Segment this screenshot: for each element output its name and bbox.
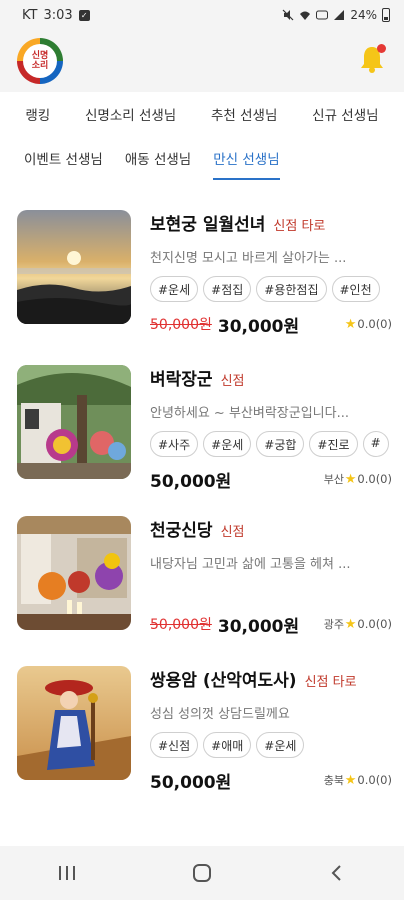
original-price: 50,000원 xyxy=(150,617,212,633)
star-icon: ★ xyxy=(344,616,357,632)
sale-price: 30,000원 xyxy=(217,616,300,637)
signal-icon xyxy=(334,10,345,20)
back-button[interactable] xyxy=(317,858,357,888)
system-nav-bar xyxy=(0,846,404,900)
region-label: 광주 xyxy=(323,618,344,631)
listing-tags: #사주 #운세 #궁합 #진로 # xyxy=(150,431,392,457)
listing-name: 보현궁 일월선녀 xyxy=(150,215,266,235)
listing-card[interactable]: 벼락장군 신점 안녕하세요 ~ 부산벼락장군입니다... #사주 #운세 #궁합… xyxy=(17,365,392,495)
listing-badge: 신점 xyxy=(220,525,245,540)
tag-chip[interactable]: # xyxy=(362,431,389,457)
clock: 3:03 xyxy=(43,7,73,23)
status-bar: KT 3:03 ✓ 24% xyxy=(0,0,404,30)
category-tabs-row2: 이벤트 선생님 애동 선생님 만신 선생님 xyxy=(0,136,404,180)
listing-name: 벼락장군 xyxy=(150,370,213,390)
listing-description: 내당자님 고민과 삶에 고통을 헤쳐 ... xyxy=(150,557,351,572)
battery-percent: 24% xyxy=(350,8,377,22)
rating-value: 0.0(0) xyxy=(357,617,392,631)
original-price: 50,000원 xyxy=(150,317,212,333)
tag-chip[interactable]: #운세 xyxy=(203,431,252,457)
tab-sinmyeong-teachers[interactable]: 신명소리 선생님 xyxy=(85,104,176,124)
tag-chip[interactable]: #신점 xyxy=(150,732,199,758)
listing-tags: #신점 #애매 #운세 xyxy=(150,732,392,758)
volte-icon xyxy=(316,10,329,20)
logo-text-top: 신명 xyxy=(31,51,49,61)
tag-chip[interactable]: #운세 xyxy=(256,732,305,758)
tag-chip[interactable]: #진로 xyxy=(309,431,358,457)
battery-icon xyxy=(382,8,390,22)
rating: ★ 0.0(0) xyxy=(345,617,392,632)
listing-description: 성심 성의껏 상담드릴께요 xyxy=(150,707,290,722)
tab-aedong-teachers[interactable]: 애동 선생님 xyxy=(125,148,191,168)
region-label: 충북 xyxy=(323,774,344,787)
star-icon: ★ xyxy=(344,316,357,332)
logo-text-bottom: 소리 xyxy=(31,61,49,71)
tag-chip[interactable]: #사주 xyxy=(150,431,199,457)
tag-chip[interactable]: #애매 xyxy=(203,732,252,758)
star-icon: ★ xyxy=(344,471,357,487)
listing-card[interactable]: 쌍용암 (산악여도사) 신점 타로 성심 성의껏 상담드릴께요 #신점 #애매 … xyxy=(17,666,392,796)
back-chevron-icon xyxy=(331,865,341,881)
sale-price: 50,000원 xyxy=(150,471,232,492)
tag-chip[interactable]: #점집 xyxy=(203,276,252,302)
recent-apps-icon xyxy=(59,866,76,880)
tab-recommended-teachers[interactable]: 추천 선생님 xyxy=(211,104,277,124)
listing-thumbnail-altar-room xyxy=(17,516,131,630)
tab-ranking[interactable]: 랭킹 xyxy=(25,104,50,124)
listing-card[interactable]: 천궁신당 신점 내당자님 고민과 삶에 고통을 헤쳐 ... 50,000원 3… xyxy=(17,516,392,646)
listing-thumbnail-illustration xyxy=(17,666,131,780)
listing-badge: 신점 xyxy=(220,374,245,389)
listing-card[interactable]: 보현궁 일월선녀 신점 타로 천지신명 모시고 바르게 살아가는 ... #운세… xyxy=(17,210,392,340)
rating: ★ 0.0(0) xyxy=(345,317,392,332)
rating-value: 0.0(0) xyxy=(357,773,392,787)
listing-thumbnail-shrine-tree xyxy=(17,365,131,479)
tag-chip[interactable]: #용한점집 xyxy=(256,276,327,302)
listing-badge: 신점 타로 xyxy=(273,219,326,234)
tag-chip[interactable]: #운세 xyxy=(150,276,199,302)
app-logo[interactable]: 신명 소리 xyxy=(17,38,63,84)
rating: ★ 0.0(0) xyxy=(345,472,392,487)
listing-description: 천지신명 모시고 바르게 살아가는 ... xyxy=(150,251,347,266)
notification-dot xyxy=(377,44,386,53)
wifi-icon xyxy=(300,11,311,20)
rating-value: 0.0(0) xyxy=(357,317,392,331)
sale-price: 50,000원 xyxy=(150,772,232,793)
tab-mansin-teachers[interactable]: 만신 선생님 xyxy=(213,148,280,180)
notification-check-icon: ✓ xyxy=(78,9,90,21)
home-icon xyxy=(192,864,211,882)
tab-new-teachers[interactable]: 신규 선생님 xyxy=(312,104,378,124)
tab-event-teachers[interactable]: 이벤트 선생님 xyxy=(24,148,103,168)
home-button[interactable] xyxy=(182,858,222,888)
region-label: 부산 xyxy=(323,473,344,486)
listing-name: 천궁신당 xyxy=(150,521,213,541)
rating-value: 0.0(0) xyxy=(357,472,392,486)
star-icon: ★ xyxy=(344,772,357,788)
listing-name: 쌍용암 (산악여도사) xyxy=(150,671,297,691)
category-tabs-row1: 랭킹 신명소리 선생님 추천 선생님 신규 선생님 xyxy=(0,92,404,136)
mute-icon xyxy=(282,9,294,21)
notification-bell-button[interactable] xyxy=(358,44,386,74)
listing-thumbnail-sunrise xyxy=(17,210,131,324)
sale-price: 30,000원 xyxy=(217,316,300,337)
listing-description: 안녕하세요 ~ 부산벼락장군입니다... xyxy=(150,406,349,421)
tag-chip[interactable]: #궁합 xyxy=(256,431,305,457)
app-header: 신명 소리 xyxy=(0,30,404,92)
listing-tags: #운세 #점집 #용한점집 #인천 xyxy=(150,276,392,302)
recent-apps-button[interactable] xyxy=(47,858,87,888)
carrier-label: KT xyxy=(22,7,38,23)
rating: ★ 0.0(0) xyxy=(345,773,392,788)
listing-badge: 신점 타로 xyxy=(304,675,357,690)
tag-chip[interactable]: #인천 xyxy=(331,276,380,302)
